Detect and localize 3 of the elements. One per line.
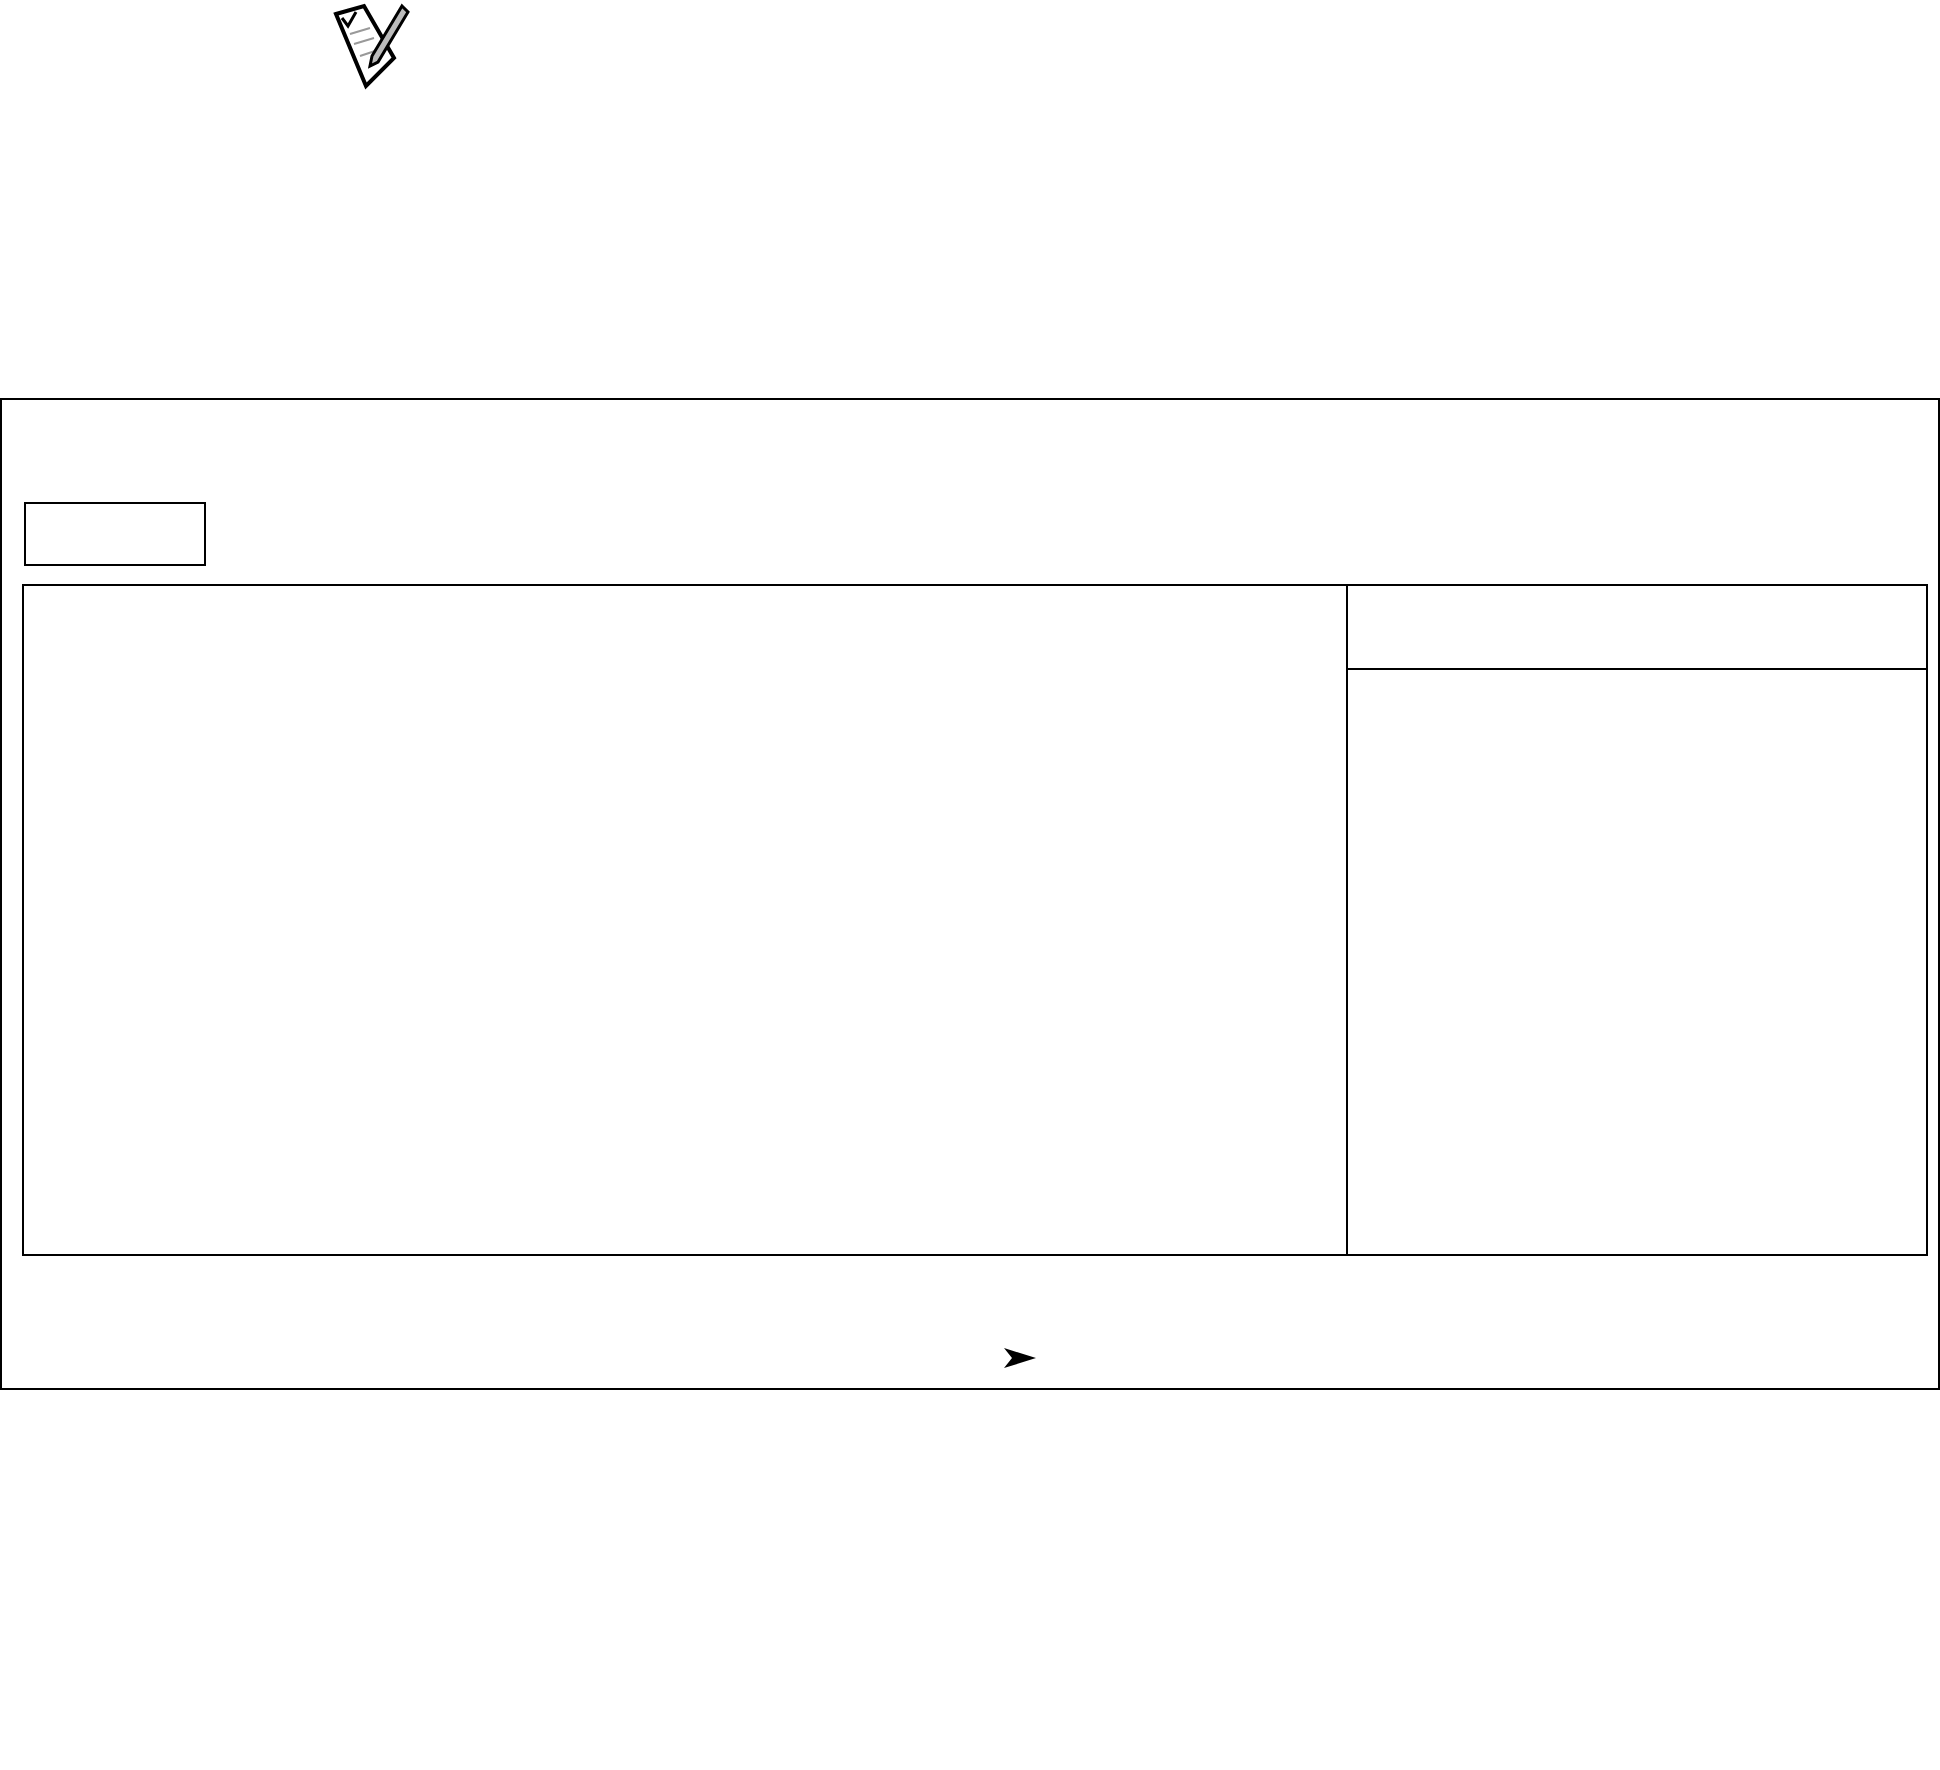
menu-tab[interactable] [24, 502, 206, 566]
pointer-arrow-icon [1004, 1348, 1036, 1368]
note-pencil-icon [330, 0, 410, 90]
